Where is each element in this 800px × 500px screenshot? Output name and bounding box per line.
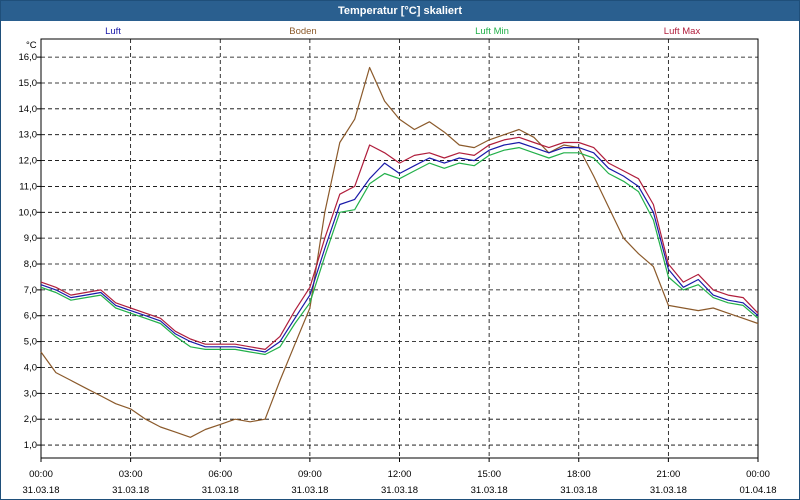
chart-svg: 1,0 2,0 3,0 4,0 5,0 6,0 7,0 8,0 9,0 10,0 11,0 12,0 1… bbox=[19, 26, 777, 496]
y-tick-label: 3,0 bbox=[24, 388, 37, 399]
y-tick-label: 4,0 bbox=[24, 362, 37, 373]
x-tick-label-date: 31.03.18 bbox=[291, 485, 328, 496]
x-tick-label-time: 03:00 bbox=[119, 469, 143, 480]
x-tick-label-date: 31.03.18 bbox=[112, 485, 149, 496]
x-tick-label-date: 01.04.18 bbox=[740, 485, 777, 496]
y-unit-label: °C bbox=[26, 40, 37, 51]
x-tick-label-date: 31.03.18 bbox=[202, 485, 239, 496]
y-tick-label: 15,0 bbox=[19, 78, 38, 89]
y-tick-label: 7,0 bbox=[24, 285, 37, 296]
legend-luft-max: Luft Max bbox=[664, 26, 701, 37]
x-tick-label-time: 09:00 bbox=[298, 469, 322, 480]
x-tick-label-time: 06:00 bbox=[208, 469, 232, 480]
x-tick-label-date: 31.03.18 bbox=[23, 485, 60, 496]
legend-boden: Boden bbox=[289, 26, 316, 37]
plot-frame bbox=[40, 38, 759, 459]
y-tick-label: 12,0 bbox=[19, 156, 38, 167]
x-tick-label-time: 21:00 bbox=[656, 469, 680, 480]
y-tick-label: 9,0 bbox=[24, 233, 37, 244]
y-tick-label: 10,0 bbox=[19, 207, 38, 218]
y-tick-label: 11,0 bbox=[19, 181, 37, 192]
y-tick-label: 1,0 bbox=[24, 440, 37, 451]
x-tick-label-time: 00:00 bbox=[746, 469, 770, 480]
y-tick-label: 8,0 bbox=[24, 259, 37, 270]
x-tick-label-time: 12:00 bbox=[388, 469, 412, 480]
y-tick-label: 2,0 bbox=[24, 414, 37, 425]
y-tick-label: 6,0 bbox=[24, 311, 37, 322]
legend-luft-min: Luft Min bbox=[475, 26, 509, 37]
x-tick-label-time: 18:00 bbox=[567, 469, 591, 480]
x-tick-label-date: 31.03.18 bbox=[471, 485, 508, 496]
y-tick-label: 13,0 bbox=[19, 130, 38, 141]
x-tick-label-time: 15:00 bbox=[477, 469, 501, 480]
y-tick-label: 5,0 bbox=[24, 337, 37, 348]
y-tick-label: 14,0 bbox=[19, 104, 38, 115]
legend-luft: Luft bbox=[105, 26, 121, 37]
x-tick-label-date: 31.03.18 bbox=[381, 485, 418, 496]
y-tick-label: 16,0 bbox=[19, 52, 38, 63]
x-tick-label-date: 31.03.18 bbox=[560, 485, 597, 496]
x-tick-label-time: 00:00 bbox=[29, 469, 53, 480]
x-tick-label-date: 31.03.18 bbox=[650, 485, 687, 496]
